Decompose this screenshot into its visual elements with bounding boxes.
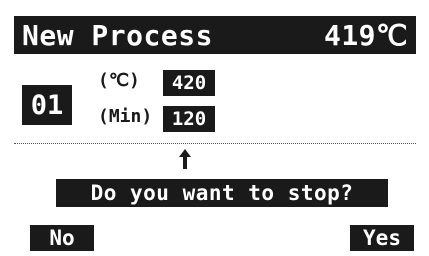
current-temperature: 419℃ — [323, 18, 408, 52]
no-button[interactable]: No — [30, 225, 94, 251]
temperature-value[interactable]: 420 — [163, 70, 215, 96]
time-label: (Min) — [98, 106, 153, 127]
temperature-label: (℃) — [98, 70, 140, 91]
yes-button[interactable]: Yes — [350, 225, 414, 251]
program-number: 01 — [22, 85, 72, 125]
divider — [14, 143, 416, 144]
up-arrow-icon — [179, 149, 191, 169]
header-bar: New Process 419℃ — [14, 16, 416, 54]
process-screen: New Process 419℃ 01 (℃) 420 (Min) 120 Do… — [0, 0, 429, 256]
stop-confirmation-prompt: Do you want to stop? — [56, 179, 388, 207]
time-value[interactable]: 120 — [163, 106, 215, 132]
page-title: New Process — [22, 18, 213, 52]
